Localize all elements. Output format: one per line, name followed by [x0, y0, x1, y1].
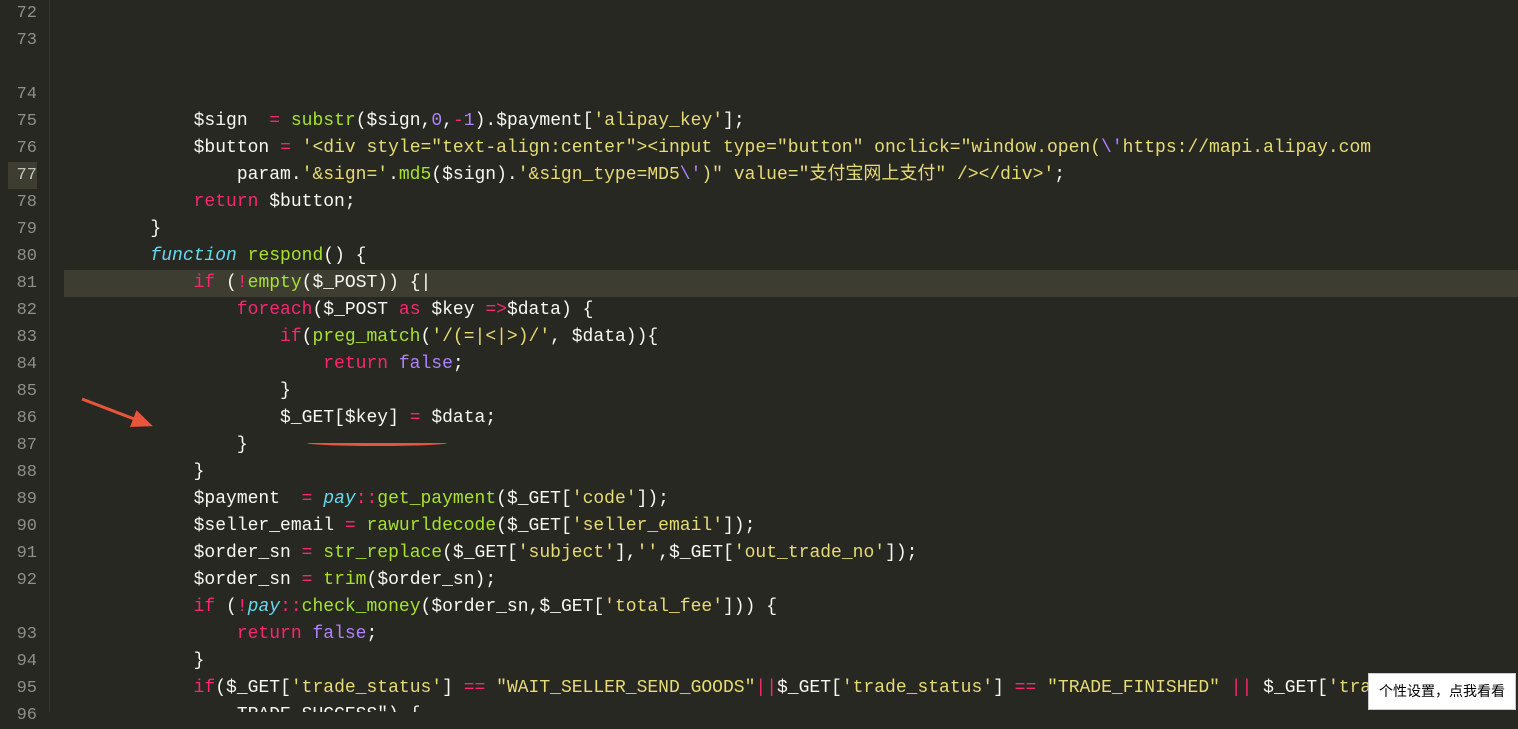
- line-number: 85: [8, 378, 37, 405]
- settings-tooltip[interactable]: 个性设置，点我看看: [1368, 673, 1516, 710]
- line-number: 72: [8, 0, 37, 27]
- code-line[interactable]: $seller_email = rawurldecode($_GET['sell…: [64, 513, 1518, 540]
- code-line[interactable]: if (!pay::check_money($order_sn,$_GET['t…: [64, 594, 1518, 621]
- code-line[interactable]: $payment = pay::get_payment($_GET['code'…: [64, 486, 1518, 513]
- line-number: 74: [8, 81, 37, 108]
- line-number: 93: [8, 621, 37, 648]
- code-line[interactable]: }: [64, 432, 1518, 459]
- code-line[interactable]: TRADE_SUCCESS") {: [64, 702, 1518, 712]
- code-line[interactable]: return $button;: [64, 189, 1518, 216]
- code-line[interactable]: param.'&sign='.md5($sign).'&sign_type=MD…: [64, 162, 1518, 189]
- line-number: 83: [8, 324, 37, 351]
- tooltip-text: 个性设置，点我看看: [1379, 683, 1505, 699]
- line-number: 73: [8, 27, 37, 54]
- line-number: 94: [8, 648, 37, 675]
- annotation-arrow-icon: [80, 395, 160, 435]
- line-number: 95: [8, 675, 37, 702]
- line-number: 96: [8, 702, 37, 729]
- code-line[interactable]: if($_GET['trade_status'] == "WAIT_SELLER…: [64, 675, 1518, 702]
- code-line[interactable]: }: [64, 216, 1518, 243]
- line-number: 90: [8, 513, 37, 540]
- code-line[interactable]: function respond() {: [64, 243, 1518, 270]
- line-number: 86: [8, 405, 37, 432]
- code-line[interactable]: if (!empty($_POST)) {|: [64, 270, 1518, 297]
- code-line[interactable]: $order_sn = str_replace($_GET['subject']…: [64, 540, 1518, 567]
- line-number: 81: [8, 270, 37, 297]
- code-line[interactable]: $sign = substr($sign,0,-1).$payment['ali…: [64, 108, 1518, 135]
- line-number: 77: [8, 162, 37, 189]
- line-number: 79: [8, 216, 37, 243]
- code-line[interactable]: if(preg_match('/(=|<|>)/', $data)){: [64, 324, 1518, 351]
- line-number: 76: [8, 135, 37, 162]
- line-number: [8, 54, 37, 81]
- line-number: 89: [8, 486, 37, 513]
- line-number: 78: [8, 189, 37, 216]
- line-number: 92: [8, 567, 37, 594]
- code-line[interactable]: return false;: [64, 351, 1518, 378]
- line-number: 80: [8, 243, 37, 270]
- line-number: 87: [8, 432, 37, 459]
- code-line[interactable]: foreach($_POST as $key =>$data) {: [64, 297, 1518, 324]
- line-number: 84: [8, 351, 37, 378]
- line-number-gutter: 7273 747576777879808182838485868788899091…: [0, 0, 50, 712]
- line-number: 88: [8, 459, 37, 486]
- code-line[interactable]: }: [64, 459, 1518, 486]
- code-line[interactable]: return false;: [64, 621, 1518, 648]
- code-line[interactable]: $_GET[$key] = $data;: [64, 405, 1518, 432]
- line-number: 75: [8, 108, 37, 135]
- code-line[interactable]: $button = '<div style="text-align:center…: [64, 135, 1518, 162]
- line-number: 82: [8, 297, 37, 324]
- code-editor[interactable]: 7273 747576777879808182838485868788899091…: [0, 0, 1518, 712]
- annotation-underline: [307, 440, 447, 446]
- code-area[interactable]: $sign = substr($sign,0,-1).$payment['ali…: [50, 0, 1518, 712]
- line-number: 91: [8, 540, 37, 567]
- line-number: [8, 594, 37, 621]
- code-line[interactable]: }: [64, 648, 1518, 675]
- code-line[interactable]: $order_sn = trim($order_sn);: [64, 567, 1518, 594]
- code-line[interactable]: }: [64, 378, 1518, 405]
